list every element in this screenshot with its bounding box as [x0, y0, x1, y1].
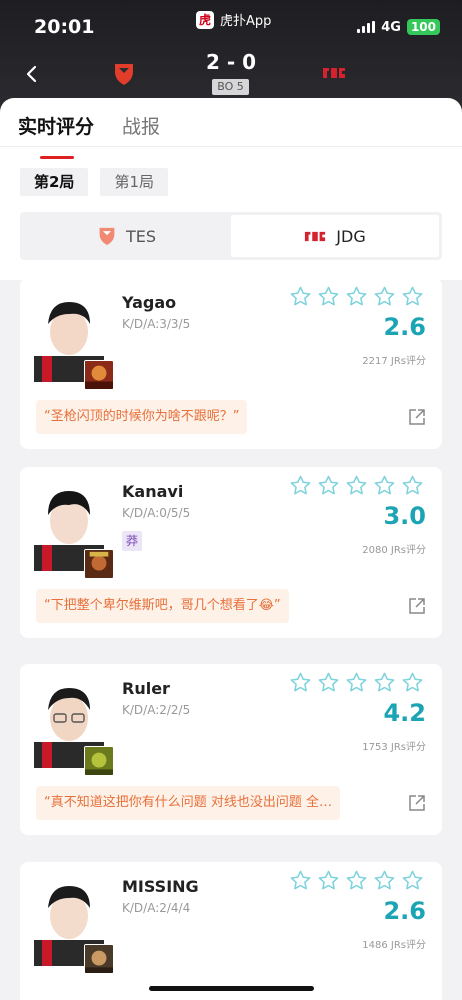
star-icon[interactable]	[401, 474, 424, 497]
match-format-badge: BO 5	[212, 79, 249, 95]
player-kda: K/D/A:3/3/5	[122, 317, 191, 331]
rating-stars[interactable]	[289, 869, 424, 892]
status-app-label: 虎 虎扑App	[196, 10, 271, 29]
home-indicator[interactable]	[149, 986, 314, 991]
top-comment[interactable]: “圣枪闪顶的时候你为啥不跟呢？”	[36, 400, 248, 434]
rating-votes: 1753 JRs评分	[362, 742, 426, 753]
player-name: Ruler	[122, 679, 170, 698]
signal-icon	[357, 21, 376, 33]
team-option-tes[interactable]: TES	[23, 215, 231, 257]
team-option-jdg[interactable]: JDG	[231, 215, 439, 257]
star-icon[interactable]	[289, 671, 312, 694]
star-icon[interactable]	[401, 869, 424, 892]
player-rating: 2.6	[383, 897, 426, 925]
star-icon[interactable]	[345, 285, 368, 308]
star-icon[interactable]	[373, 869, 396, 892]
player-rating: 4.2	[383, 699, 426, 727]
champion-icon	[84, 549, 114, 579]
hupu-logo-icon: 虎	[196, 10, 214, 29]
player-kda: K/D/A:0/5/5	[122, 506, 191, 520]
game-chip-1[interactable]: 第1局	[100, 168, 168, 196]
team-option-label: TES	[125, 226, 157, 246]
player-rating: 3.0	[383, 502, 426, 530]
top-comment[interactable]: “真不知道这把你有什么问题 对线也没出问题 全…	[36, 786, 340, 820]
player-card[interactable]: Yagao K/D/A:3/3/5 2.6 2217 JRs评分 “圣枪闪顶的时…	[20, 278, 442, 449]
rating-stars[interactable]	[289, 474, 424, 497]
rating-stars[interactable]	[289, 671, 424, 694]
tab-live-rating[interactable]: 实时评分	[18, 112, 94, 159]
champion-icon	[84, 944, 114, 974]
star-icon[interactable]	[289, 869, 312, 892]
match-score: 2 - 0	[205, 50, 257, 74]
player-name: MISSING	[122, 877, 199, 896]
player-card[interactable]: Ruler K/D/A:2/2/5 4.2 1753 JRs评分 “真不知道这把…	[20, 664, 442, 835]
share-icon[interactable]	[408, 408, 426, 426]
player-rating: 2.6	[383, 313, 426, 341]
player-kda: K/D/A:2/2/5	[122, 703, 191, 717]
app-name: 虎扑App	[220, 14, 272, 29]
team-option-label: JDG	[336, 226, 366, 246]
player-name: Kanavi	[122, 482, 184, 501]
jdg-logo-icon	[305, 231, 326, 241]
star-icon[interactable]	[345, 671, 368, 694]
top-comment[interactable]: “下把整个卑尔维斯吧，哥几个想看了😂”	[36, 589, 289, 623]
team-switch: TES JDG	[20, 212, 442, 260]
game-selector: 第2局 第1局	[20, 168, 168, 196]
star-icon[interactable]	[289, 474, 312, 497]
star-icon[interactable]	[317, 474, 340, 497]
star-icon[interactable]	[373, 285, 396, 308]
champion-icon	[84, 360, 114, 390]
status-indicators: 4G 100	[357, 19, 440, 35]
player-tag-badge: 莽	[122, 531, 142, 551]
rating-stars[interactable]	[289, 285, 424, 308]
star-icon[interactable]	[289, 285, 312, 308]
star-icon[interactable]	[345, 869, 368, 892]
tab-match-report[interactable]: 战报	[122, 112, 160, 146]
share-icon[interactable]	[408, 794, 426, 812]
tes-logo-icon	[99, 227, 115, 245]
star-icon[interactable]	[317, 285, 340, 308]
star-icon[interactable]	[401, 671, 424, 694]
star-icon[interactable]	[345, 474, 368, 497]
tab-divider	[0, 146, 462, 147]
star-icon[interactable]	[401, 285, 424, 308]
jdg-logo-icon	[323, 68, 345, 78]
rating-votes: 1486 JRs评分	[362, 940, 426, 951]
star-icon[interactable]	[317, 671, 340, 694]
rating-panel: 实时评分 战报 第2局 第1局 TES JDG	[0, 98, 462, 280]
star-icon[interactable]	[373, 474, 396, 497]
player-name: Yagao	[122, 293, 177, 312]
champion-icon	[84, 746, 114, 776]
rating-votes: 2217 JRs评分	[362, 356, 426, 367]
battery-icon: 100	[406, 19, 440, 35]
player-card[interactable]: Kanavi K/D/A:0/5/5 莽 3.0 2080 JRs评分 “下把整…	[20, 467, 442, 638]
star-icon[interactable]	[317, 869, 340, 892]
status-time: 20:01	[34, 16, 95, 38]
network-label: 4G	[381, 19, 401, 35]
game-chip-2[interactable]: 第2局	[20, 168, 89, 196]
player-kda: K/D/A:2/4/4	[122, 901, 191, 915]
player-card[interactable]: MISSING K/D/A:2/4/4 2.6 1486 JRs评分	[20, 862, 442, 1000]
star-icon[interactable]	[373, 671, 396, 694]
share-icon[interactable]	[408, 597, 426, 615]
rating-votes: 2080 JRs评分	[362, 545, 426, 556]
main-tabs: 实时评分 战报	[18, 112, 160, 159]
